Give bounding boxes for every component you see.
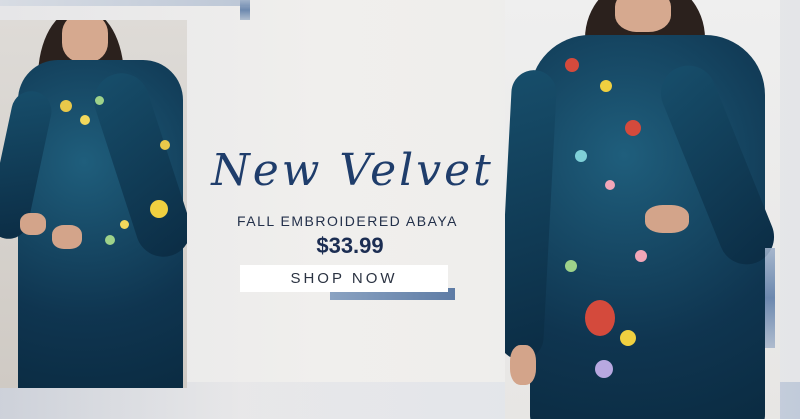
decorative-strip (765, 248, 775, 348)
decorative-strip (0, 0, 250, 6)
decorative-strip (240, 0, 250, 20)
banner-headline: New Velvet (211, 145, 494, 196)
price-label: $33.99 (316, 233, 384, 258)
promo-banner[interactable]: New Velvet FALL EMBROIDERED ABAYA $33.99… (0, 0, 800, 419)
model-photo-right (505, 0, 780, 419)
model-photo-left (0, 20, 187, 388)
banner-subtitle: FALL EMBROIDERED ABAYA (236, 213, 459, 229)
shop-now-button[interactable]: SHOP NOW (240, 265, 448, 292)
